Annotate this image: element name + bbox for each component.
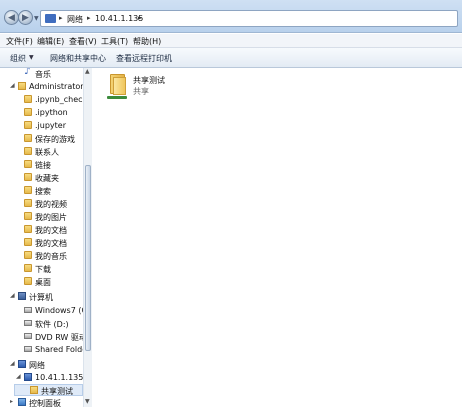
shared-folder-type: 共享 (133, 87, 149, 96)
nav-item-computer[interactable]: ◢ 计算机 (0, 291, 83, 303)
nav-item-searches[interactable]: 搜索 (0, 185, 83, 197)
folder-icon (24, 225, 32, 233)
shared-folder-icon (107, 72, 129, 100)
breadcrumb-chevron-icon[interactable]: ▸ (138, 14, 142, 22)
folder-icon (24, 238, 32, 246)
view-remote-printers-button[interactable]: 查看远程打印机 (116, 53, 172, 64)
network-drive-icon (24, 346, 32, 352)
network-sharing-center-button[interactable]: 网络和共享中心 (50, 53, 106, 64)
nav-item-music-top[interactable]: 音乐 (0, 68, 83, 80)
links-icon (24, 160, 32, 168)
network-location-icon (45, 14, 56, 23)
favorites-icon (24, 173, 32, 181)
nav-item-jupyter[interactable]: .jupyter (0, 120, 83, 132)
hard-drive-icon (24, 307, 32, 313)
nav-item-desktop[interactable]: 桌面 (0, 276, 83, 288)
command-bar: 组织 ▼ 网络和共享中心 查看远程打印机 (0, 48, 462, 68)
breadcrumb-host[interactable]: 10.41.1.135 (95, 14, 143, 23)
shared-folder-item[interactable]: 共享测试 共享 (107, 72, 197, 102)
back-arrow-icon: ◀ (8, 13, 15, 23)
organize-dropdown-icon[interactable]: ▼ (29, 54, 34, 61)
music-icon (24, 68, 32, 77)
nav-item-my-documents-2[interactable]: 我的文档 (0, 237, 83, 249)
collapse-icon[interactable]: ◢ (10, 82, 15, 89)
forward-arrow-icon: ▶ (22, 13, 29, 23)
search-folder-icon (24, 186, 32, 194)
folder-icon (24, 212, 32, 220)
menu-bar: 文件(F) 编辑(E) 查看(V) 工具(T) 帮助(H) (0, 34, 462, 48)
dvd-drive-icon (24, 333, 32, 339)
breadcrumb-chevron-icon[interactable]: ▸ (59, 14, 63, 22)
shared-folder-name: 共享测试 (133, 76, 165, 85)
nav-item-control-panel[interactable]: ▸ 控制面板 (0, 397, 83, 407)
navigation-pane: 音乐 ◢ Administrator .ipynb_checkp .ipytho… (0, 68, 92, 407)
organize-button[interactable]: 组织 (10, 53, 26, 64)
breadcrumb-network[interactable]: 网络 (67, 14, 83, 25)
address-toolbar: ◀ ▶ ▼ ▸ 网络 ▸ 10.41.1.135 ▸ (0, 0, 462, 33)
network-icon (18, 360, 26, 368)
nav-item-ipynb-checkpoints[interactable]: .ipynb_checkp (0, 94, 91, 106)
file-list: 共享测试 共享 (93, 68, 462, 407)
nav-scrollbar[interactable]: ▲ ▼ (83, 68, 92, 407)
scroll-up-icon[interactable]: ▲ (85, 68, 90, 75)
nav-item-links[interactable]: 链接 (0, 159, 83, 171)
address-bar[interactable]: ▸ 网络 ▸ 10.41.1.135 ▸ (40, 10, 458, 27)
recent-pages-dropdown-icon[interactable]: ▼ (34, 15, 39, 22)
nav-item-my-documents[interactable]: 我的文档 (0, 224, 83, 236)
nav-item-dvd-drive[interactable]: DVD RW 驱动 (0, 331, 87, 343)
nav-item-ipython[interactable]: .ipython (0, 107, 83, 119)
network-computer-icon (24, 373, 32, 381)
collapse-icon[interactable]: ◢ (10, 292, 15, 299)
folder-icon (24, 95, 32, 103)
breadcrumb-chevron-icon[interactable]: ▸ (87, 14, 91, 22)
folder-icon (24, 108, 32, 116)
hard-drive-icon (24, 320, 32, 326)
collapse-icon[interactable]: ◢ (16, 373, 21, 380)
saved-games-icon (24, 134, 32, 142)
nav-item-drive-c[interactable]: Windows7 (C: (0, 305, 90, 317)
nav-item-favorites[interactable]: 收藏夹 (0, 172, 83, 184)
menu-view[interactable]: 查看(V) (69, 36, 97, 47)
scroll-down-icon[interactable]: ▼ (85, 398, 90, 405)
nav-item-downloads[interactable]: 下载 (0, 263, 83, 275)
menu-edit[interactable]: 编辑(E) (37, 36, 64, 47)
collapse-icon[interactable]: ◢ (10, 360, 15, 367)
computer-icon (18, 292, 26, 300)
folder-icon (24, 251, 32, 259)
nav-item-my-pictures[interactable]: 我的图片 (0, 211, 83, 223)
folder-icon (24, 199, 32, 207)
nav-item-shared-folders[interactable]: Shared Folde (0, 344, 87, 356)
menu-file[interactable]: 文件(F) (6, 36, 33, 47)
nav-item-my-music[interactable]: 我的音乐 (0, 250, 83, 262)
scrollbar-thumb[interactable] (85, 165, 91, 351)
nav-item-contacts[interactable]: 联系人 (0, 146, 83, 158)
desktop-icon (24, 277, 32, 285)
expand-icon[interactable]: ▸ (10, 398, 13, 405)
nav-item-saved-games[interactable]: 保存的游戏 (0, 133, 83, 145)
shared-folder-icon (30, 386, 38, 394)
folder-icon (24, 121, 32, 129)
nav-item-administrator[interactable]: ◢ Administrator (0, 81, 84, 93)
forward-button[interactable]: ▶ (18, 10, 33, 25)
downloads-icon (24, 264, 32, 272)
control-panel-icon (18, 398, 26, 406)
nav-item-my-videos[interactable]: 我的视频 (0, 198, 83, 210)
user-folder-icon (18, 82, 26, 90)
back-button[interactable]: ◀ (4, 10, 19, 25)
nav-item-network[interactable]: ◢ 网络 (0, 359, 83, 371)
menu-help[interactable]: 帮助(H) (133, 36, 161, 47)
menu-tools[interactable]: 工具(T) (101, 36, 128, 47)
nav-item-drive-d[interactable]: 软件 (D:) (0, 318, 83, 330)
nav-item-share-selected[interactable]: 共享测试 (14, 384, 83, 396)
nav-item-host[interactable]: ◢ 10.41.1.135 (0, 372, 83, 384)
contacts-icon (24, 147, 32, 155)
